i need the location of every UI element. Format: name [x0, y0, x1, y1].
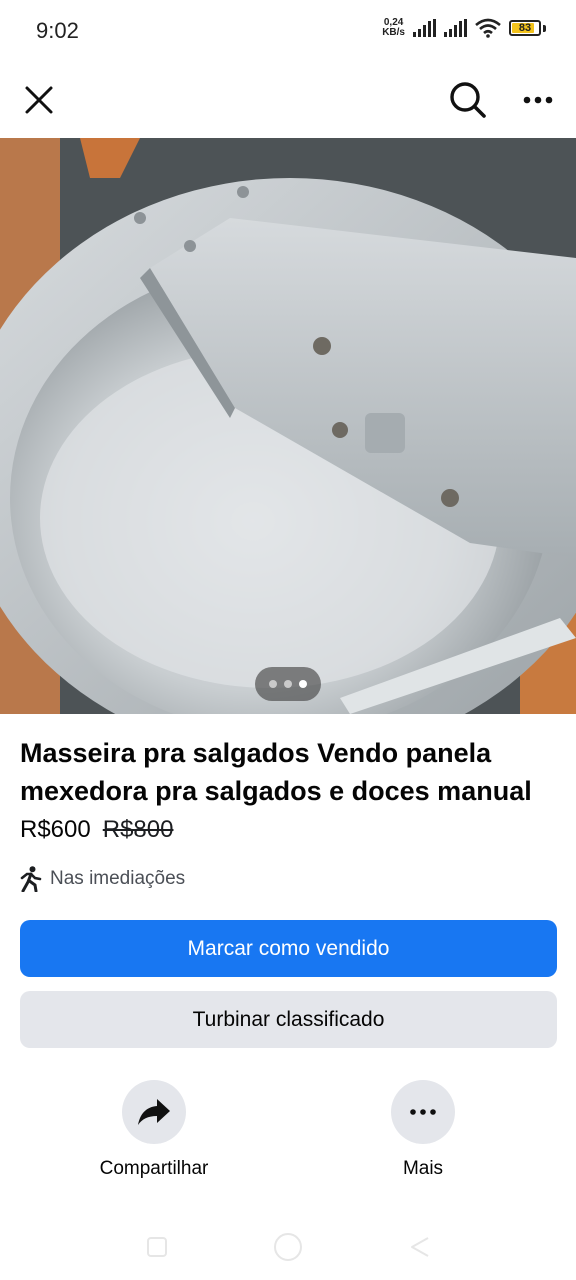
page-dot: [284, 680, 292, 688]
close-icon: [25, 86, 53, 114]
more-horizontal-icon: [410, 1109, 436, 1115]
listing-photo[interactable]: [0, 138, 576, 714]
share-icon: [138, 1099, 170, 1125]
battery-icon: 83: [509, 20, 541, 36]
share-button[interactable]: Compartilhar: [74, 1080, 234, 1180]
listing-title: Masseira pra salgados Vendo panela mexed…: [20, 738, 532, 806]
product-image: [0, 138, 576, 714]
boost-listing-label: Turbinar classificado: [192, 1007, 385, 1031]
battery-tip: [543, 24, 546, 32]
system-navigation-bar: [0, 1220, 576, 1280]
more-icon-circle: [391, 1080, 455, 1144]
status-time: 9:02: [36, 18, 79, 43]
battery-level: 83: [518, 22, 532, 34]
top-nav: [0, 62, 576, 138]
mark-as-sold-button[interactable]: Marcar como vendido: [20, 920, 557, 977]
search-icon: [450, 82, 486, 118]
gallery-page-indicator: [255, 667, 321, 701]
home-icon[interactable]: [271, 1230, 305, 1264]
current-price: R$600: [20, 816, 91, 843]
price-row: R$600 R$800: [20, 816, 173, 844]
close-button[interactable]: [15, 76, 63, 124]
more-options-button[interactable]: [514, 76, 562, 124]
walking-person-icon: [20, 866, 42, 892]
location-label: Nas imediações: [50, 868, 186, 889]
page-dot-active: [299, 680, 307, 688]
wifi-icon: [475, 18, 501, 38]
recent-apps-icon[interactable]: [142, 1232, 172, 1262]
network-speed-unit: KB/s: [382, 27, 405, 38]
share-label: Compartilhar: [99, 1158, 209, 1179]
more-button[interactable]: Mais: [343, 1080, 503, 1180]
share-icon-circle: [122, 1080, 186, 1144]
status-bar: 9:02 0,24 KB/s 83: [0, 0, 576, 62]
boost-listing-button[interactable]: Turbinar classificado: [20, 991, 557, 1048]
more-label: Mais: [402, 1158, 444, 1179]
search-button[interactable]: [444, 76, 492, 124]
status-icons: 0,24 KB/s 83: [382, 18, 546, 38]
original-price: R$800: [102, 816, 174, 843]
mark-as-sold-label: Marcar como vendido: [187, 936, 390, 960]
signal-icon: [444, 19, 467, 37]
back-icon[interactable]: [404, 1232, 434, 1262]
location-row: Nas imediações: [20, 866, 185, 892]
page-dot: [269, 680, 277, 688]
network-speed: 0,24 KB/s: [382, 18, 405, 38]
more-horizontal-icon: [523, 96, 553, 104]
signal-icon: [413, 19, 436, 37]
